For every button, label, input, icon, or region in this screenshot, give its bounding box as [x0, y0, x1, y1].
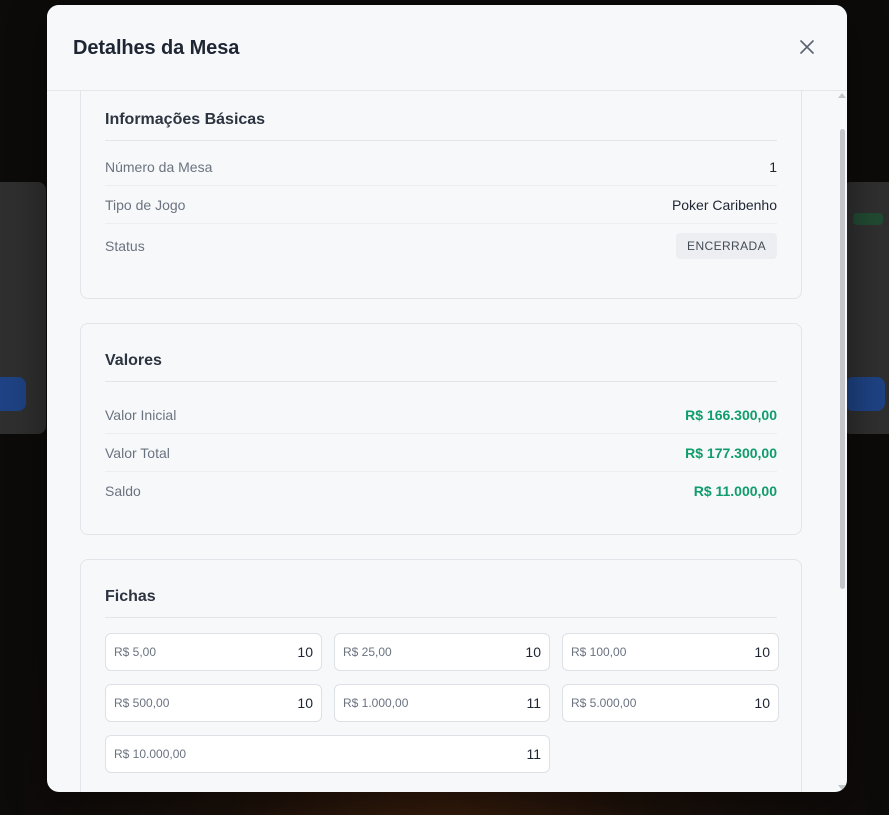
basic-info-rows: Número da Mesa 1 Tipo de Jogo Poker Cari…	[105, 148, 777, 268]
modal-title: Detalhes da Mesa	[73, 37, 240, 59]
chips-card: Fichas R$ 5,00 10 R$ 25,00 10 R$ 100,00 …	[80, 559, 802, 792]
status-row: Status ENCERRADA	[105, 224, 777, 268]
close-button[interactable]	[797, 37, 817, 57]
chip-item: R$ 5,00 10	[105, 633, 322, 671]
table-number-value: 1	[769, 158, 777, 175]
modal-scrollbar[interactable]	[837, 91, 847, 792]
basic-info-card: Informações Básicas Número da Mesa 1 Tip…	[80, 91, 802, 299]
chip-item: R$ 10.000,00 11	[105, 735, 550, 773]
scroll-down-arrow-icon[interactable]	[838, 785, 846, 790]
table-details-modal: Detalhes da Mesa Informações Básicas Núm…	[47, 5, 847, 792]
game-type-value: Poker Caribenho	[671, 196, 777, 213]
game-type-label: Tipo de Jogo	[105, 196, 186, 213]
values-card: Valores Valor Inicial R$ 166.300,00 Valo…	[80, 323, 802, 535]
chip-quantity: 11	[526, 695, 541, 711]
chip-denomination: R$ 500,00	[114, 696, 170, 710]
total-value-label: Valor Total	[105, 444, 170, 461]
status-label: Status	[105, 238, 145, 254]
chip-quantity: 10	[525, 644, 541, 660]
balance-amount: R$ 11.000,00	[693, 482, 777, 499]
chip-denomination: R$ 5.000,00	[571, 696, 637, 710]
scrollbar-thumb[interactable]	[840, 129, 845, 589]
table-number-row: Número da Mesa 1	[105, 148, 777, 186]
balance-row: Saldo R$ 11.000,00	[105, 472, 777, 509]
chip-denomination: R$ 100,00	[571, 645, 627, 659]
chip-item: R$ 5.000,00 10	[562, 684, 779, 722]
chip-quantity: 11	[526, 746, 541, 762]
initial-value-amount: R$ 166.300,00	[685, 406, 777, 423]
total-value-amount: R$ 177.300,00	[685, 444, 777, 461]
close-icon	[800, 40, 814, 54]
modal-header: Detalhes da Mesa	[47, 5, 847, 91]
chip-denomination: R$ 1.000,00	[343, 696, 409, 710]
balance-label: Saldo	[105, 482, 141, 499]
chip-quantity: 10	[297, 695, 313, 711]
chips-grid: R$ 5,00 10 R$ 25,00 10 R$ 100,00 10 R$ 5…	[105, 633, 779, 773]
chip-quantity: 10	[754, 644, 770, 660]
chip-item: R$ 25,00 10	[334, 633, 550, 671]
initial-value-row: Valor Inicial R$ 166.300,00	[105, 396, 777, 434]
table-number-label: Número da Mesa	[105, 158, 213, 175]
chip-quantity: 10	[754, 695, 770, 711]
chip-quantity: 10	[297, 644, 313, 660]
total-value-row: Valor Total R$ 177.300,00	[105, 434, 777, 472]
chip-item: R$ 1.000,00 11	[334, 684, 550, 722]
game-type-row: Tipo de Jogo Poker Caribenho	[105, 186, 777, 224]
basic-info-title: Informações Básicas	[105, 111, 777, 141]
chip-item: R$ 500,00 10	[105, 684, 322, 722]
chip-denomination: R$ 25,00	[343, 645, 392, 659]
values-title: Valores	[105, 352, 777, 382]
chip-denomination: R$ 10.000,00	[114, 747, 187, 761]
initial-value-label: Valor Inicial	[105, 406, 177, 423]
status-badge: ENCERRADA	[676, 233, 777, 259]
scroll-up-arrow-icon[interactable]	[838, 93, 846, 98]
chip-item: R$ 100,00 10	[562, 633, 779, 671]
values-rows: Valor Inicial R$ 166.300,00 Valor Total …	[105, 396, 777, 509]
chip-denomination: R$ 5,00	[114, 645, 157, 659]
chips-title: Fichas	[105, 588, 777, 618]
modal-body[interactable]: Informações Básicas Número da Mesa 1 Tip…	[47, 91, 837, 792]
